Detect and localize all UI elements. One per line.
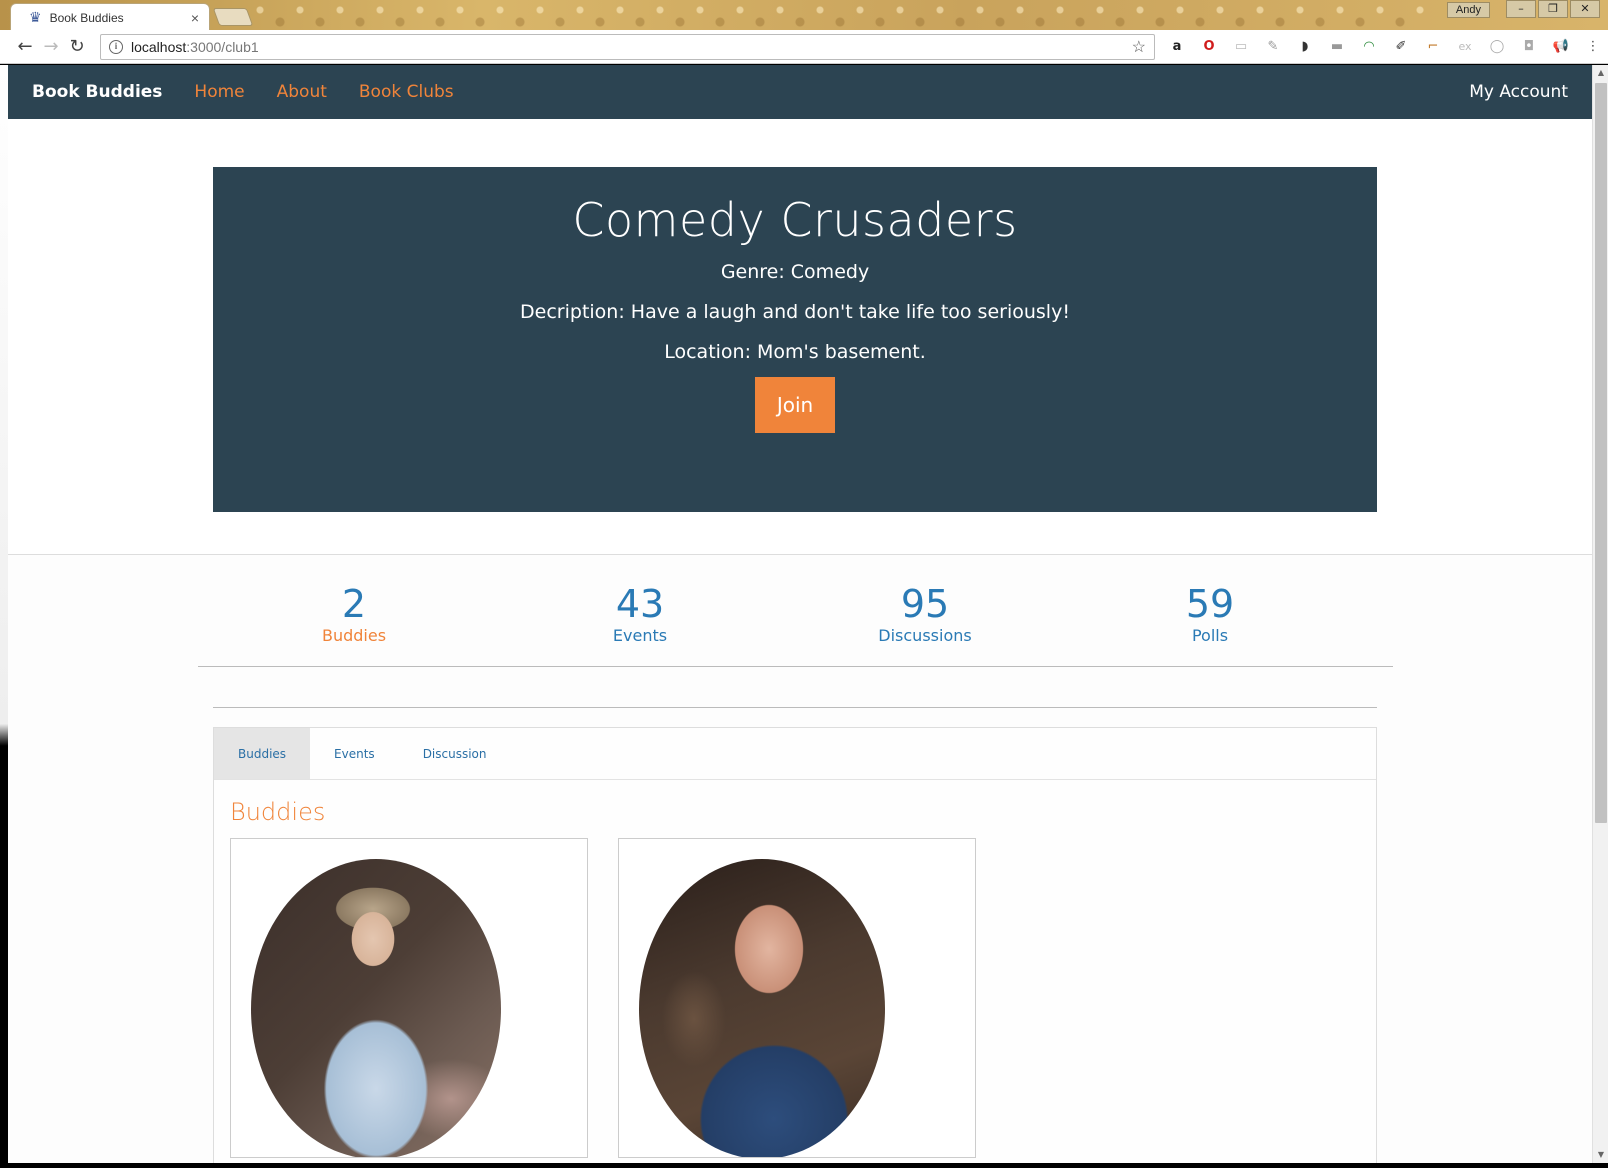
stat-events-label: Events bbox=[612, 626, 668, 645]
stat-events-value: 43 bbox=[615, 582, 665, 626]
new-tab-button[interactable] bbox=[212, 8, 254, 26]
browser-titlebar: ♛ Book Buddies × Andy – ❐ ✕ bbox=[0, 0, 1608, 31]
section-divider bbox=[213, 707, 1377, 708]
restore-button[interactable]: ❐ bbox=[1538, 0, 1568, 18]
address-bar[interactable]: i localhost:3000/club1 ☆ bbox=[100, 34, 1155, 60]
ex-extension-icon[interactable]: ex bbox=[1454, 36, 1476, 58]
stat-events[interactable]: 43 Events bbox=[550, 581, 730, 645]
browser-toolbar: ← → ↻ i localhost:3000/club1 ☆ a O ▭ ✎ ◗… bbox=[0, 30, 1608, 64]
profile-button[interactable]: Andy bbox=[1446, 2, 1490, 18]
club-name: Comedy Crusaders bbox=[572, 193, 1018, 247]
tab-events[interactable]: Events bbox=[310, 728, 399, 779]
stat-buddies-label: Buddies bbox=[321, 626, 387, 645]
club-genre: Genre: Comedy bbox=[720, 261, 870, 283]
nav-link-home[interactable]: Home bbox=[194, 82, 244, 102]
buddy-avatar bbox=[251, 859, 501, 1157]
bookmark-star-icon[interactable]: ☆ bbox=[1132, 37, 1146, 57]
forward-arrow-icon[interactable]: → bbox=[38, 36, 64, 57]
url-host: localhost bbox=[131, 39, 187, 55]
extension-icons: a O ▭ ✎ ◗ ▬ ◠ ✐ ⌐ ex ◯ ◘ 📢 ⋮ bbox=[1166, 36, 1604, 58]
box-extension-icon[interactable]: ◘ bbox=[1518, 36, 1540, 58]
window-controls: – ❐ ✕ bbox=[1506, 0, 1600, 18]
scroll-down-arrow-icon[interactable]: ▼ bbox=[1593, 1147, 1608, 1163]
scroll-up-arrow-icon[interactable]: ▲ bbox=[1593, 65, 1608, 81]
join-button[interactable]: Join bbox=[755, 377, 835, 433]
club-description: Decription: Have a laugh and don't take … bbox=[520, 301, 1070, 323]
eyedropper-extension-icon[interactable]: ✐ bbox=[1390, 36, 1412, 58]
club-stats: 2 Buddies 43 Events 95 Discussions 59 Po… bbox=[198, 581, 1393, 667]
buddy-card[interactable] bbox=[230, 838, 588, 1158]
club-tabs-panel: Buddies Events Discussion Buddies bbox=[213, 727, 1377, 1163]
site-navbar: Book Buddies Home About Book Clubs My Ac… bbox=[8, 65, 1592, 119]
back-arrow-icon[interactable]: ← bbox=[12, 36, 38, 57]
stat-buddies[interactable]: 2 Buddies bbox=[264, 581, 444, 645]
stat-discussions-value: 95 bbox=[900, 582, 950, 626]
nav-link-book-clubs[interactable]: Book Clubs bbox=[359, 82, 454, 102]
buddies-heading: Buddies bbox=[230, 798, 326, 826]
stat-buddies-value: 2 bbox=[341, 582, 367, 626]
stat-discussions-label: Discussions bbox=[878, 626, 972, 645]
os-taskbar bbox=[0, 1163, 1608, 1168]
url-text[interactable]: localhost:3000/club1 bbox=[131, 39, 1132, 55]
tab-bar: Buddies Events Discussion bbox=[214, 728, 1376, 780]
buddy-avatar bbox=[639, 859, 885, 1157]
pocket-extension-icon[interactable]: ◗ bbox=[1294, 36, 1316, 58]
scrollbar-thumb[interactable] bbox=[1595, 83, 1607, 823]
page-scrollbar[interactable]: ▲ ▼ bbox=[1592, 65, 1608, 1163]
rainbow-extension-icon[interactable]: ◠ bbox=[1358, 36, 1380, 58]
reader-extension-icon[interactable]: ▭ bbox=[1230, 36, 1252, 58]
megaphone-extension-icon[interactable]: 📢 bbox=[1550, 36, 1572, 58]
stat-polls-label: Polls bbox=[1191, 626, 1229, 645]
page-viewport: Book Buddies Home About Book Clubs My Ac… bbox=[8, 65, 1592, 1163]
tab-buddies[interactable]: Buddies bbox=[214, 728, 311, 779]
close-window-button[interactable]: ✕ bbox=[1570, 0, 1600, 18]
tab-title: Book Buddies bbox=[49, 10, 124, 25]
info-icon[interactable]: i bbox=[109, 40, 123, 54]
url-path: :3000/club1 bbox=[186, 39, 259, 55]
club-location: Location: Mom's basement. bbox=[664, 341, 926, 363]
stat-discussions[interactable]: 95 Discussions bbox=[835, 581, 1015, 645]
reload-icon[interactable]: ↻ bbox=[64, 36, 90, 57]
circle-extension-icon[interactable]: ◯ bbox=[1486, 36, 1508, 58]
bar-extension-icon[interactable]: ▬ bbox=[1326, 36, 1348, 58]
club-jumbotron: Comedy Crusaders Genre: Comedy Decriptio… bbox=[213, 167, 1377, 512]
tab-discussion[interactable]: Discussion bbox=[399, 728, 511, 779]
titlebar-pattern bbox=[250, 0, 1428, 30]
menu-dots-icon[interactable]: ⋮ bbox=[1582, 36, 1604, 58]
amazon-extension-icon[interactable]: a bbox=[1166, 36, 1188, 58]
left-window-edge bbox=[0, 65, 8, 1163]
my-account-link[interactable]: My Account bbox=[1469, 82, 1568, 102]
buddy-cards bbox=[230, 838, 976, 1158]
opera-extension-icon[interactable]: O bbox=[1198, 36, 1220, 58]
edit-extension-icon[interactable]: ✎ bbox=[1262, 36, 1284, 58]
nav-link-about[interactable]: About bbox=[277, 82, 327, 102]
crown-favicon-icon: ♛ bbox=[29, 9, 42, 25]
brand-link[interactable]: Book Buddies bbox=[32, 82, 162, 102]
browser-tab[interactable]: ♛ Book Buddies × bbox=[10, 3, 210, 31]
stat-polls[interactable]: 59 Polls bbox=[1120, 581, 1300, 645]
hero-section: Comedy Crusaders Genre: Comedy Decriptio… bbox=[8, 119, 1592, 555]
tag-extension-icon[interactable]: ⌐ bbox=[1422, 36, 1444, 58]
buddy-card[interactable] bbox=[618, 838, 976, 1158]
minimize-button[interactable]: – bbox=[1506, 0, 1536, 18]
tab-close-icon[interactable]: × bbox=[191, 10, 199, 26]
stat-polls-value: 59 bbox=[1185, 582, 1235, 626]
